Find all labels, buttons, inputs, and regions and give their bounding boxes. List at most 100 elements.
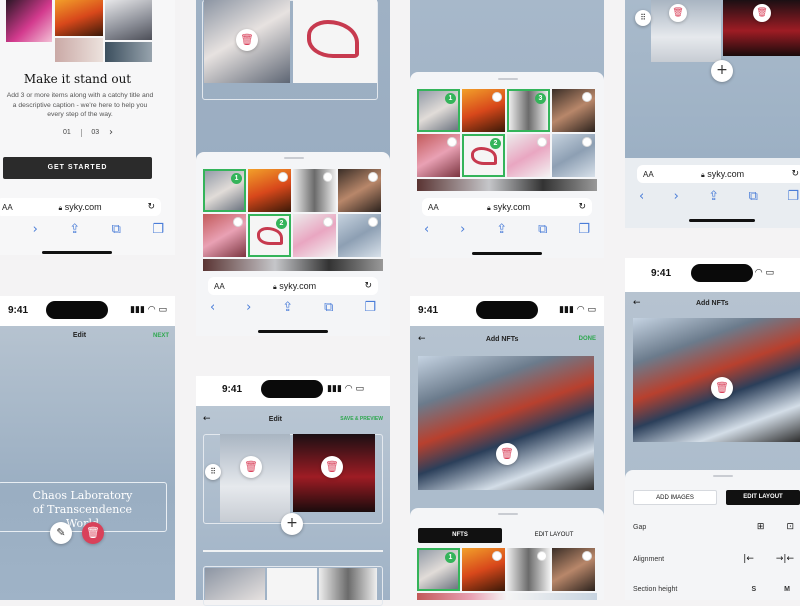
select-toggle[interactable]: [582, 137, 592, 147]
forward-icon[interactable]: ›: [674, 189, 679, 204]
trash-icon[interactable]: 🗑︎: [669, 4, 687, 22]
back-arrow-icon[interactable]: ←: [203, 414, 211, 424]
chevron-right-icon[interactable]: ›: [109, 127, 113, 138]
select-toggle[interactable]: [278, 172, 288, 182]
tabs-icon[interactable]: ❐: [364, 300, 376, 315]
plus-icon[interactable]: +: [281, 513, 303, 535]
back-arrow-icon[interactable]: ←: [418, 334, 426, 344]
sheet-grabber[interactable]: [713, 475, 733, 477]
address-bar[interactable]: AA 🔒︎ syky.com ↻: [422, 198, 592, 216]
forward-icon[interactable]: ›: [246, 300, 251, 315]
nft-grid-item[interactable]: [417, 134, 460, 177]
back-arrow-icon[interactable]: ←: [633, 298, 641, 308]
select-toggle[interactable]: [492, 92, 502, 102]
add-images-button[interactable]: ADD IMAGES: [633, 490, 717, 505]
nft-grid-item[interactable]: [338, 214, 381, 257]
back-icon[interactable]: ‹: [210, 300, 215, 315]
nft-grid-item[interactable]: [462, 89, 505, 132]
share-icon[interactable]: ⇪: [496, 222, 507, 237]
plus-icon[interactable]: +: [711, 60, 733, 82]
nft-grid-item[interactable]: 2: [248, 214, 291, 257]
aa-button[interactable]: AA: [643, 170, 654, 179]
select-toggle[interactable]: [582, 92, 592, 102]
bookmarks-icon[interactable]: ⧉: [112, 222, 121, 237]
bookmarks-icon[interactable]: ⧉: [324, 300, 333, 315]
edit-layout-button[interactable]: EDIT LAYOUT: [726, 490, 800, 505]
gap-tight-icon[interactable]: ⊡: [786, 522, 794, 532]
address-bar[interactable]: AA 🔒︎ syky.com ↻: [0, 198, 161, 216]
reload-icon[interactable]: ↻: [578, 202, 586, 212]
trash-icon[interactable]: 🗑︎: [240, 456, 262, 478]
share-icon[interactable]: ⇪: [708, 189, 719, 204]
back-icon[interactable]: ‹: [424, 222, 429, 237]
gap-wide-icon[interactable]: ⊞: [757, 522, 765, 532]
nft-grid-item[interactable]: [507, 548, 550, 591]
back-icon[interactable]: ‹: [639, 189, 644, 204]
reload-icon[interactable]: ↻: [147, 202, 155, 212]
trash-icon[interactable]: 🗑︎: [496, 443, 518, 465]
trash-icon[interactable]: 🗑︎: [82, 522, 104, 544]
back-icon[interactable]: ‹: [0, 222, 1, 237]
trash-icon[interactable]: 🗑︎: [711, 377, 733, 399]
aa-button[interactable]: AA: [214, 282, 225, 291]
trash-icon[interactable]: 🗑︎: [753, 4, 771, 22]
forward-icon[interactable]: ›: [33, 222, 38, 237]
bookmarks-icon[interactable]: ⧉: [749, 189, 758, 204]
select-toggle[interactable]: [447, 137, 457, 147]
select-toggle[interactable]: [233, 217, 243, 227]
nft-grid-item[interactable]: [507, 134, 550, 177]
nft-grid-item[interactable]: [552, 548, 595, 591]
sheet-grabber[interactable]: [498, 78, 518, 80]
sheet-grabber[interactable]: [498, 513, 518, 515]
align-left-icon[interactable]: |←: [743, 554, 754, 564]
select-toggle[interactable]: [323, 217, 333, 227]
nft-grid-item[interactable]: 2: [462, 134, 505, 177]
next-button[interactable]: NEXT: [153, 333, 169, 339]
nft-grid-item[interactable]: 1: [417, 89, 460, 132]
tabs-icon[interactable]: ❐: [152, 222, 164, 237]
align-center-icon[interactable]: →|←: [776, 554, 794, 564]
nft-grid-item[interactable]: [293, 214, 336, 257]
tab-nfts[interactable]: NFTS: [418, 528, 502, 543]
nft-grid-item[interactable]: [293, 169, 336, 212]
select-toggle[interactable]: [582, 551, 592, 561]
select-toggle[interactable]: [537, 137, 547, 147]
nft-grid-item[interactable]: [462, 548, 505, 591]
aa-button[interactable]: AA: [428, 203, 439, 212]
get-started-button[interactable]: GET STARTED: [3, 157, 152, 179]
nft-grid-item[interactable]: [203, 214, 246, 257]
nft-grid-item[interactable]: 1: [203, 169, 246, 212]
trash-icon[interactable]: 🗑︎: [236, 29, 258, 51]
height-m-option[interactable]: M: [784, 586, 790, 593]
tab-edit-layout[interactable]: EDIT LAYOUT: [512, 528, 596, 543]
reload-icon[interactable]: ↻: [791, 169, 799, 179]
forward-icon[interactable]: ›: [460, 222, 465, 237]
nft-grid-item[interactable]: [417, 593, 597, 600]
bookmarks-icon[interactable]: ⧉: [538, 222, 547, 237]
share-icon[interactable]: ⇪: [282, 300, 293, 315]
height-s-option[interactable]: S: [751, 586, 756, 593]
select-toggle[interactable]: [368, 172, 378, 182]
drag-icon[interactable]: ⠿: [635, 10, 651, 26]
select-toggle[interactable]: [368, 217, 378, 227]
select-toggle[interactable]: [492, 551, 502, 561]
sheet-grabber[interactable]: [284, 157, 304, 159]
nft-grid-item[interactable]: [552, 89, 595, 132]
aa-button[interactable]: AA: [2, 203, 13, 212]
nft-grid-item[interactable]: 3: [507, 89, 550, 132]
pencil-icon[interactable]: ✎: [50, 522, 72, 544]
trash-icon[interactable]: 🗑︎: [321, 456, 343, 478]
address-bar[interactable]: AA 🔒︎ syky.com ↻: [637, 165, 800, 183]
select-toggle[interactable]: [537, 551, 547, 561]
done-button[interactable]: DONE: [579, 336, 596, 342]
drag-icon[interactable]: ⠿: [205, 464, 221, 480]
share-icon[interactable]: ⇪: [69, 222, 80, 237]
tabs-icon[interactable]: ❐: [578, 222, 590, 237]
nft-grid-item[interactable]: 1: [417, 548, 460, 591]
tabs-icon[interactable]: ❐: [787, 189, 799, 204]
save-preview-button[interactable]: SAVE & PREVIEW: [340, 416, 383, 422]
address-bar[interactable]: AA 🔒︎ syky.com ↻: [208, 277, 378, 295]
reload-icon[interactable]: ↻: [364, 281, 372, 291]
nft-grid-item[interactable]: [417, 179, 597, 191]
select-toggle[interactable]: [323, 172, 333, 182]
